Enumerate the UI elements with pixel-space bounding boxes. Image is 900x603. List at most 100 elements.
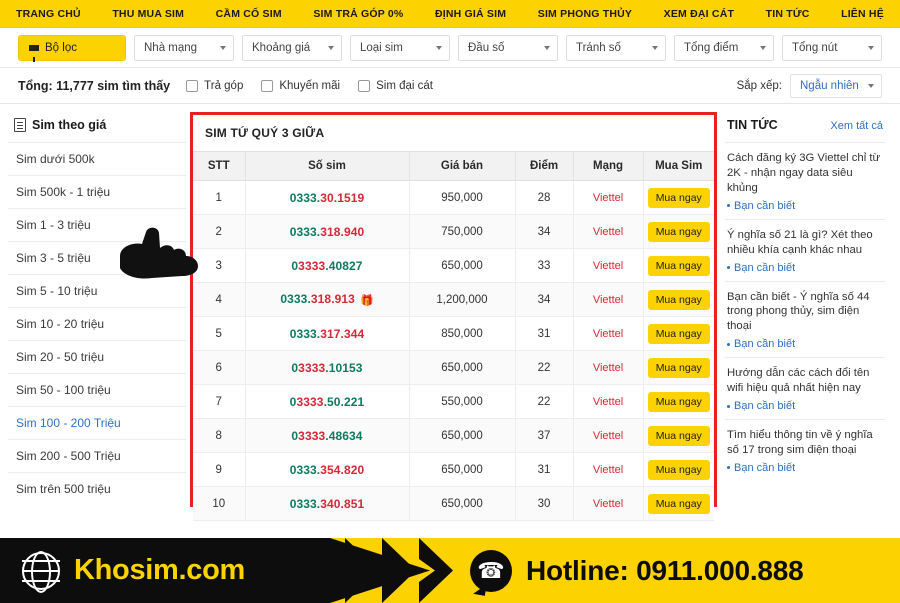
network-link[interactable]: Viettel <box>593 396 623 408</box>
buy-now-button[interactable]: Mua ngay <box>648 426 710 446</box>
buy-now-button[interactable]: Mua ngay <box>648 290 710 310</box>
news-item-category-label: Bạn cần biết <box>734 400 795 412</box>
nav-item-dinh-gia-sim[interactable]: ĐỊNH GIÁ SIM <box>433 8 508 20</box>
cell-diem: 31 <box>515 453 573 487</box>
cell-stt: 3 <box>193 249 245 283</box>
cell-sim-number[interactable]: 0333.318.913🎁 <box>245 283 409 317</box>
sim-number-link[interactable]: 03333.10153 <box>291 361 362 375</box>
cell-sim-number[interactable]: 03333.40827 <box>245 249 409 283</box>
cell-sim-number[interactable]: 03333.10153 <box>245 351 409 385</box>
nav-item-cam-co-sim[interactable]: CẦM CỐ SIM <box>214 8 284 20</box>
nav-item-sim-phong-thuy[interactable]: SIM PHONG THỦY <box>536 8 634 20</box>
news-item-title[interactable]: Tìm hiểu thông tin về ý nghĩa số 17 tron… <box>727 428 883 458</box>
sim-part-green-2: .10153 <box>325 361 362 375</box>
news-item-title[interactable]: Hướng dẫn các cách đổi tên wifi hiệu quả… <box>727 366 883 396</box>
footer-hotline[interactable]: ☎ Hotline: 0911.000.888 <box>470 538 804 603</box>
buy-now-button[interactable]: Mua ngay <box>648 358 710 378</box>
sidebar-item-5-10tr[interactable]: Sim 5 - 10 triệu <box>8 274 186 307</box>
buy-now-button[interactable]: Mua ngay <box>648 188 710 208</box>
news-item-title[interactable]: Bạn cần biết - Ý nghĩa số 44 trong phong… <box>727 290 883 335</box>
news-item-category-label: Bạn cần biết <box>734 200 795 212</box>
select-nha-mang[interactable]: Nhà mạng <box>134 35 234 61</box>
cell-sim-number[interactable]: 0333.318.940 <box>245 215 409 249</box>
total-results-label: Tổng: 11,777 sim tìm thấy <box>18 79 170 93</box>
news-item-category[interactable]: Bạn cần biết <box>727 462 883 474</box>
network-link[interactable]: Viettel <box>593 294 623 306</box>
buy-now-button[interactable]: Mua ngay <box>648 494 710 514</box>
buy-now-button[interactable]: Mua ngay <box>648 222 710 242</box>
buy-now-button[interactable]: Mua ngay <box>648 392 710 412</box>
nav-item-sim-tra-gop[interactable]: SIM TRẢ GÓP 0% <box>311 8 405 20</box>
sim-number-link[interactable]: 0333.318.913 <box>280 292 355 306</box>
sim-number-link[interactable]: 0333.354.820 <box>290 463 365 477</box>
cell-diem: 31 <box>515 317 573 351</box>
news-item-category[interactable]: Bạn cần biết <box>727 262 883 274</box>
sort-select[interactable]: Ngẫu nhiên <box>790 74 882 98</box>
news-item: Cách đăng ký 3G Viettel chỉ từ 2K - nhận… <box>725 142 885 219</box>
select-tranh-so[interactable]: Tránh số <box>566 35 666 61</box>
news-item-title[interactable]: Cách đăng ký 3G Viettel chỉ từ 2K - nhận… <box>727 151 883 196</box>
select-loai-sim[interactable]: Loại sim <box>350 35 450 61</box>
sim-number-link[interactable]: 0333.30.1519 <box>290 191 365 205</box>
select-dau-so[interactable]: Đầu số <box>458 35 558 61</box>
sidebar-item-duoi-500k[interactable]: Sim dưới 500k <box>8 142 186 175</box>
buy-now-button[interactable]: Mua ngay <box>648 324 710 344</box>
sim-number-link[interactable]: 03333.48634 <box>291 429 362 443</box>
network-link[interactable]: Viettel <box>593 226 623 238</box>
news-item-category[interactable]: Bạn cần biết <box>727 338 883 350</box>
sim-part-green-2: .48634 <box>325 429 362 443</box>
news-item-category[interactable]: Bạn cần biết <box>727 200 883 212</box>
network-link[interactable]: Viettel <box>593 328 623 340</box>
nav-item-xem-dai-cat[interactable]: XEM ĐẠI CÁT <box>662 8 736 20</box>
sidebar-item-50-100tr[interactable]: Sim 50 - 100 triệu <box>8 373 186 406</box>
nav-item-thu-mua-sim[interactable]: THU MUA SIM <box>110 8 186 20</box>
news-see-all-link[interactable]: Xem tất cả <box>830 120 883 132</box>
chevron-down-icon <box>220 46 226 50</box>
select-tong-nut[interactable]: Tổng nút <box>782 35 882 61</box>
cell-sim-number[interactable]: 0333.30.1519 <box>245 181 409 215</box>
news-item-title[interactable]: Ý nghĩa số 21 là gì? Xét theo nhiều khía… <box>727 228 883 258</box>
sidebar-item-3-5tr[interactable]: Sim 3 - 5 triệu <box>8 241 186 274</box>
sidebar-item-500k-1tr[interactable]: Sim 500k - 1 triệu <box>8 175 186 208</box>
cell-sim-number[interactable]: 0333.354.820 <box>245 453 409 487</box>
sidebar-item-tren-500tr[interactable]: Sim trên 500 triệu <box>8 472 186 505</box>
buy-now-button[interactable]: Mua ngay <box>648 460 710 480</box>
network-link[interactable]: Viettel <box>593 498 623 510</box>
select-tong-diem[interactable]: Tổng điểm <box>674 35 774 61</box>
sidebar-item-1-3tr[interactable]: Sim 1 - 3 triệu <box>8 208 186 241</box>
sim-number-link[interactable]: 0333.317.344 <box>290 327 365 341</box>
sidebar-item-10-20tr[interactable]: Sim 10 - 20 triệu <box>8 307 186 340</box>
buy-now-button[interactable]: Mua ngay <box>648 256 710 276</box>
checkbox-sim-dai-cat[interactable]: Sim đại cát <box>358 80 433 92</box>
news-item-category[interactable]: Bạn cần biết <box>727 400 883 412</box>
network-link[interactable]: Viettel <box>593 430 623 442</box>
sidebar-title: Sim theo giá <box>32 118 106 132</box>
network-link[interactable]: Viettel <box>593 260 623 272</box>
nav-item-tin-tuc[interactable]: TIN TỨC <box>764 8 812 20</box>
sidebar-item-200-500tr[interactable]: Sim 200 - 500 Triệu <box>8 439 186 472</box>
network-link[interactable]: Viettel <box>593 192 623 204</box>
cell-sim-number[interactable]: 0333.317.344 <box>245 317 409 351</box>
sim-number-link[interactable]: 0333.318.940 <box>290 225 365 239</box>
network-link[interactable]: Viettel <box>593 464 623 476</box>
sim-part-red: 318.940 <box>320 225 364 239</box>
cell-sim-number[interactable]: 03333.50.221 <box>245 385 409 419</box>
cell-buy: Mua ngay <box>643 283 714 317</box>
checkbox-tra-gop[interactable]: Trả góp <box>186 80 243 92</box>
checkbox-khuyen-mai[interactable]: Khuyến mãi <box>261 80 340 92</box>
select-khoang-gia[interactable]: Khoảng giá <box>242 35 342 61</box>
cell-sim-number[interactable]: 03333.48634 <box>245 419 409 453</box>
cell-mang: Viettel <box>573 419 643 453</box>
sort-label: Sắp xếp: <box>737 80 782 92</box>
sidebar-item-20-50tr[interactable]: Sim 20 - 50 triệu <box>8 340 186 373</box>
cell-sim-number[interactable]: 0333.340.851 <box>245 487 409 521</box>
footer-brand[interactable]: Khosim.com <box>22 538 245 603</box>
nav-item-lien-he[interactable]: LIÊN HỆ <box>839 8 886 20</box>
sim-number-link[interactable]: 03333.50.221 <box>290 395 365 409</box>
sim-number-link[interactable]: 0333.340.851 <box>290 497 365 511</box>
filter-button[interactable]: Bộ lọc <box>18 35 126 61</box>
network-link[interactable]: Viettel <box>593 362 623 374</box>
nav-item-trang-chu[interactable]: TRANG CHỦ <box>14 8 83 20</box>
sidebar-item-100-200tr[interactable]: Sim 100 - 200 Triệu <box>8 406 186 439</box>
sim-number-link[interactable]: 03333.40827 <box>291 259 362 273</box>
